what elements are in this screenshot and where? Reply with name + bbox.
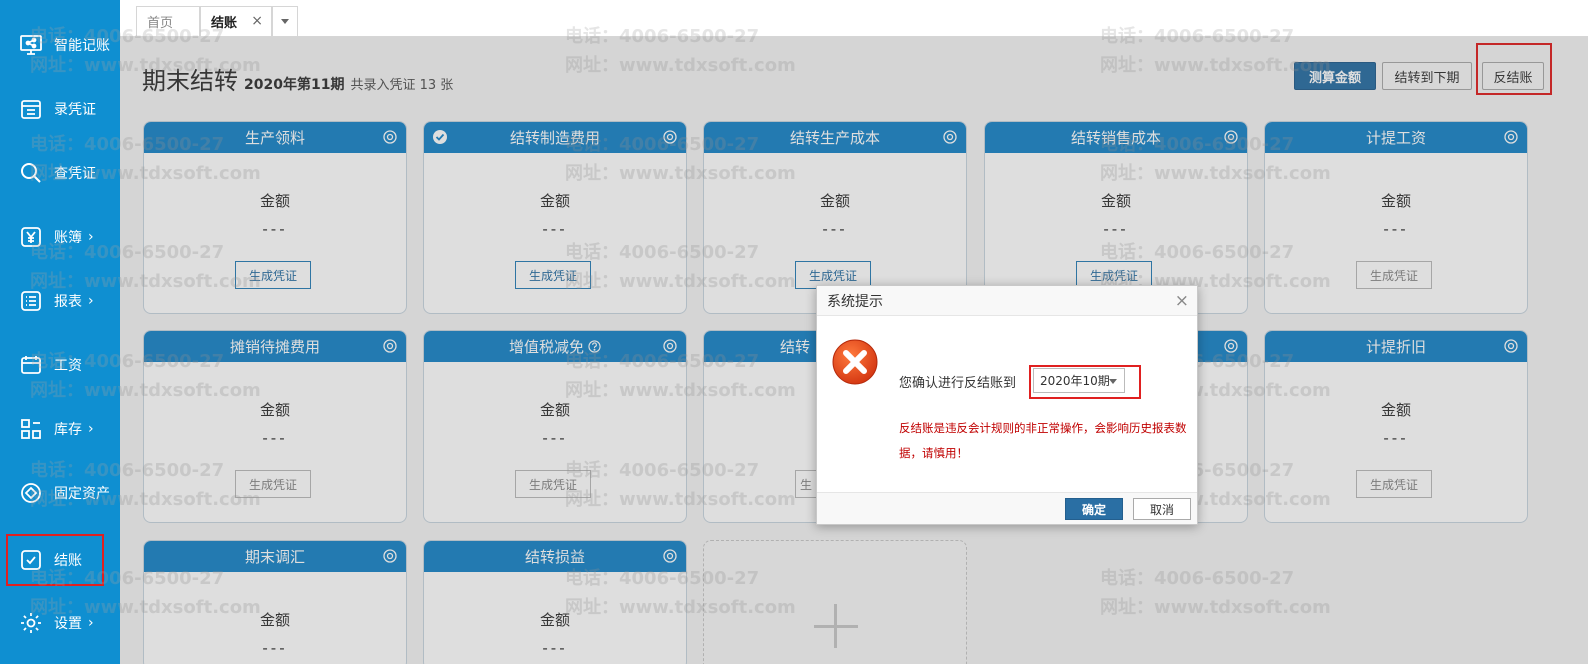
warning-message: 反结账是违反会计规则的非正常操作，会影响历史报表数据，请慎用！ [899,421,1187,460]
chevron-right-icon: › [88,229,94,245]
close-icon[interactable]: × [251,13,263,29]
tab-closing[interactable]: 结账 × [200,6,272,36]
gear-icon [18,610,44,636]
chevron-right-icon: › [88,293,94,309]
sidebar-item-label: 工资 [54,358,82,374]
dialog-title: 系统提示 [827,293,883,310]
dialog-footer: 确定 取消 [817,492,1197,524]
sidebar-item-fixed-assets[interactable]: 固定资产 [0,469,120,517]
select-highlight-box [1029,365,1141,399]
voucher-entry-icon [18,96,44,122]
sidebar-item-label: 账簿 [54,230,82,246]
sidebar-item-payroll[interactable]: 工资 [0,341,120,389]
list-icon [18,288,44,314]
sidebar-highlight-box [6,534,104,586]
tab-bar: 首页 结账 × [120,0,1588,37]
sidebar-item-ledger[interactable]: 账簿 › [0,213,120,261]
sidebar-item-voucher-entry[interactable]: 录凭证 [0,85,120,133]
sidebar-item-smart-bookkeeping[interactable]: 智能记账 [0,21,120,69]
tab-home[interactable]: 首页 [136,6,200,36]
diamond-icon [18,480,44,506]
close-icon[interactable]: × [1175,291,1189,311]
error-icon [832,339,878,385]
sidebar-item-label: 设置 [54,616,82,632]
sidebar-item-settings[interactable]: 设置 › [0,599,120,647]
grid-icon [18,416,44,442]
sidebar-item-reports[interactable]: 报表 › [0,277,120,325]
sidebar-item-label: 报表 [54,294,82,310]
cancel-button[interactable]: 取消 [1133,498,1191,520]
tab-dropdown-button[interactable] [272,6,298,36]
chevron-down-icon [281,19,289,24]
dialog-header: 系统提示 × [817,286,1197,316]
sidebar-item-inventory[interactable]: 库存 › [0,405,120,453]
sidebar-item-label: 固定资产 [54,486,110,502]
wallet-icon [18,352,44,378]
confirm-dialog: 系统提示 × 您确认进行反结账到 2020年10期 反结账是违反会计规则的非正常… [816,285,1198,525]
chevron-right-icon: › [88,421,94,437]
sidebar-item-voucher-query[interactable]: 查凭证 [0,149,120,197]
sidebar-item-label: 库存 [54,422,82,438]
confirm-message: 您确认进行反结账到 [899,376,1017,391]
presentation-icon [18,32,44,58]
yen-icon [18,224,44,250]
tab-label: 结账 [211,16,238,31]
search-icon [18,160,44,186]
chevron-right-icon: › [88,615,94,631]
sidebar-item-label: 查凭证 [54,166,96,182]
ok-button[interactable]: 确定 [1065,498,1123,520]
sidebar: 智能记账 录凭证 查凭证 账簿 › 报表 › 工资 库存 › 固定资产 结账 设… [0,0,120,664]
sidebar-item-label: 录凭证 [54,102,96,118]
sidebar-item-label: 智能记账 [54,38,110,54]
